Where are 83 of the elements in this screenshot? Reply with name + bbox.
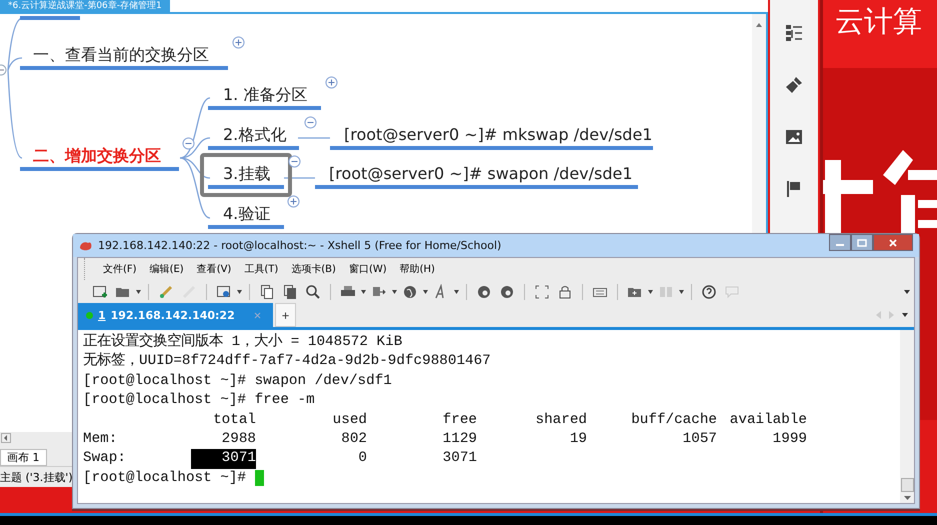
- subtopic-node[interactable]: 3.挂载: [208, 163, 284, 189]
- caret-icon[interactable]: [361, 290, 366, 294]
- close-icon: [888, 238, 898, 246]
- command-node[interactable]: [root@server0 ~]# mkswap /dev/sde1: [330, 124, 653, 150]
- menu-item[interactable]: 文件(F): [103, 262, 137, 276]
- menu-item[interactable]: 窗口(W): [348, 262, 387, 276]
- connector-line: [284, 177, 315, 179]
- caret-icon[interactable]: [454, 290, 459, 294]
- image-icon[interactable]: [785, 128, 803, 146]
- table-cell-text: 802: [340, 430, 367, 449]
- caret-icon[interactable]: [237, 290, 242, 294]
- menu-item[interactable]: 帮助(H): [400, 262, 435, 276]
- table-cell-text: 1057: [682, 430, 717, 449]
- find-icon[interactable]: [305, 284, 321, 300]
- command-node[interactable]: [root@server0 ~]# swapon /dev/sde1: [315, 163, 638, 189]
- scroll-down-icon[interactable]: [904, 496, 910, 500]
- banner-title: 云计算: [834, 3, 923, 36]
- table-cell: 3071: [191, 449, 256, 469]
- window-title: 192.168.142.140:22 - root@localhost:~ - Xshell 5 (Free for Home/School): [98, 239, 502, 252]
- outline-icon[interactable]: [785, 24, 803, 42]
- scrollbar-thumb[interactable]: [900, 478, 914, 492]
- shell-prompt: [root@localhost ~]#: [83, 468, 246, 488]
- table-cell-text: 19: [568, 430, 587, 449]
- app-icon: [79, 240, 93, 252]
- maximize-button[interactable]: [851, 234, 873, 251]
- terminal-line: [root@localhost ~]# free -m: [83, 391, 316, 410]
- terminal-line: 无标签，UUID=8f724dff-7af7-4d2a-9d2b-9dfc98801467: [83, 352, 492, 372]
- subtopic-node[interactable]: 4.验证: [208, 203, 284, 229]
- topic-node[interactable]: 一、查看当前的交换分区: [20, 44, 228, 70]
- add-tab-button[interactable]: +: [274, 303, 296, 327]
- menu-item[interactable]: 选项卡(B): [291, 262, 336, 276]
- caret-icon[interactable]: [902, 313, 908, 317]
- menu-item[interactable]: 工具(T): [244, 262, 278, 276]
- flag-icon[interactable]: [785, 180, 803, 198]
- brush-icon[interactable]: [785, 76, 803, 94]
- caret-icon[interactable]: [648, 290, 653, 294]
- connector-line: [298, 137, 330, 139]
- collapse-icon[interactable]: [304, 116, 317, 129]
- table-cell-text: 1999: [772, 430, 807, 449]
- paste-icon[interactable]: [282, 284, 298, 300]
- column-header: buff/cache: [630, 410, 717, 430]
- table-cell-text: 3071: [442, 449, 477, 468]
- row-label: Mem:: [83, 430, 118, 449]
- menu-item[interactable]: 编辑(E): [150, 262, 184, 276]
- expand-icon[interactable]: [325, 76, 338, 89]
- sheet-tab[interactable]: 画布 1: [0, 449, 46, 466]
- topic-node[interactable]: 二、增加交换分区: [20, 145, 179, 171]
- subtopic-node[interactable]: 2.格式化: [208, 124, 299, 150]
- copy-icon[interactable]: [259, 284, 275, 300]
- row-label: Swap:: [83, 449, 127, 468]
- topic-underline: [20, 16, 80, 20]
- minimize-button[interactable]: [829, 234, 851, 251]
- full-icon[interactable]: [534, 284, 550, 300]
- session-tab[interactable]: 1 192.168.142.140:22: [78, 303, 273, 327]
- status-text: 主题 ('3.挂载'): [0, 471, 73, 484]
- maximize-icon: [857, 238, 867, 246]
- collapse-icon[interactable]: [288, 155, 301, 168]
- expand-icon[interactable]: [232, 36, 245, 49]
- caret-icon[interactable]: [904, 290, 910, 294]
- close-button[interactable]: [873, 234, 913, 251]
- column-header: shared: [534, 410, 587, 430]
- table-cell-text: 0: [357, 449, 367, 468]
- column-header: total: [212, 410, 256, 430]
- expand-icon[interactable]: [287, 195, 300, 208]
- column-header: available: [728, 410, 807, 430]
- caret-icon[interactable]: [423, 290, 428, 294]
- menu-item[interactable]: 查看(V): [196, 262, 232, 276]
- caret-icon[interactable]: [679, 290, 684, 294]
- terminal-line: 正在设置交换空间版本 1，大小 = 1048572 KiB: [83, 333, 404, 352]
- collapse-icon[interactable]: [182, 137, 195, 150]
- column-header: used: [332, 410, 367, 430]
- subtopic-node[interactable]: 1. 准备分区: [208, 84, 321, 110]
- table-cell-text: 1129: [442, 430, 477, 449]
- column-header: free: [442, 410, 477, 430]
- caret-icon[interactable]: [136, 290, 141, 294]
- lock-icon[interactable]: [557, 284, 573, 300]
- scroll-left-icon[interactable]: [1, 433, 11, 443]
- help-icon[interactable]: [701, 284, 717, 300]
- caret-icon[interactable]: [392, 290, 397, 294]
- terminal-line: [root@localhost ~]# swapon /dev/sdf1: [83, 372, 393, 391]
- new-icon[interactable]: [92, 284, 108, 300]
- scroll-up-icon[interactable]: [755, 22, 763, 28]
- table-cell-text: 2988: [220, 430, 256, 449]
